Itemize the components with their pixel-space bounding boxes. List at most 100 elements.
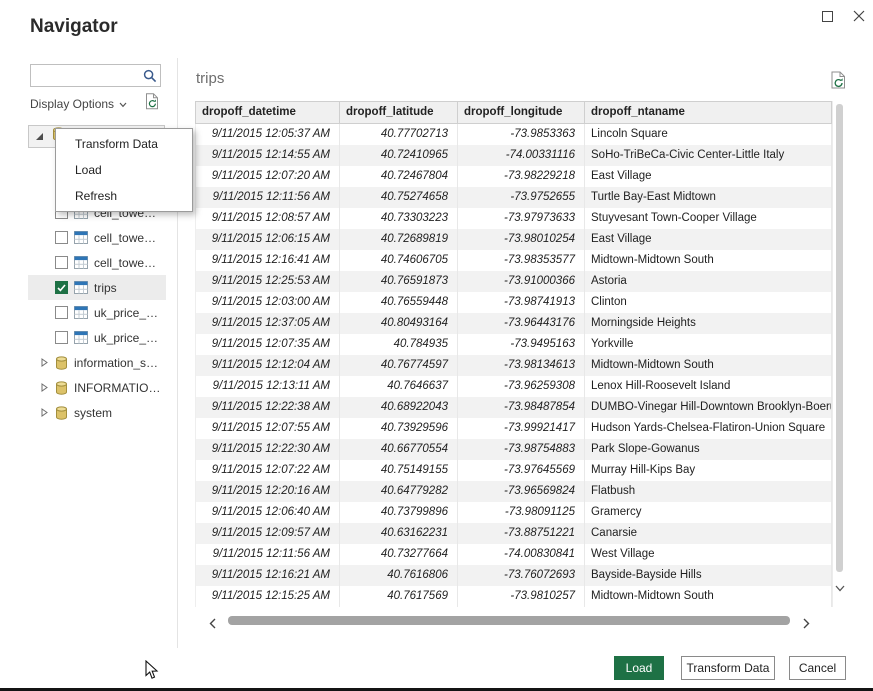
- table-row: 9/11/2015 12:37:05 AM40.80493164-73.9644…: [195, 313, 832, 334]
- table-cell: 40.80493164: [340, 313, 458, 334]
- load-button[interactable]: Load: [614, 656, 664, 680]
- table-cell: -73.98134613: [458, 355, 585, 376]
- table-cell: Flatbush: [585, 481, 832, 502]
- checkbox[interactable]: [55, 306, 68, 319]
- tree-item-uk-price[interactable]: uk_price_…: [28, 325, 166, 350]
- table-row: 9/11/2015 12:07:22 AM40.75149155-73.9764…: [195, 460, 832, 481]
- table-cell: Lenox Hill-Roosevelt Island: [585, 376, 832, 397]
- tree-item-label: uk_price_…: [94, 331, 158, 345]
- table-row: 9/11/2015 12:11:56 AM40.73277664-74.0083…: [195, 544, 832, 565]
- context-menu: Transform DataLoadRefresh: [55, 128, 193, 212]
- table-cell: -73.98754883: [458, 439, 585, 460]
- display-options-dropdown[interactable]: Display Options: [30, 97, 127, 111]
- checkbox[interactable]: [55, 331, 68, 344]
- table-cell: -73.76072693: [458, 565, 585, 586]
- table-row: 9/11/2015 12:22:30 AM40.66770554-73.9875…: [195, 439, 832, 460]
- table-cell: Yorkville: [585, 334, 832, 355]
- table-row: 9/11/2015 12:08:57 AM40.73303223-73.9797…: [195, 208, 832, 229]
- table-cell: -73.98010254: [458, 229, 585, 250]
- table-cell: 40.72467804: [340, 166, 458, 187]
- menu-item-load[interactable]: Load: [56, 157, 192, 183]
- vertical-scrollbar-thumb[interactable]: [836, 104, 843, 572]
- table-row: 9/11/2015 12:16:21 AM40.7616806-73.76072…: [195, 565, 832, 586]
- checkbox[interactable]: [55, 281, 68, 294]
- table-cell: -73.96443176: [458, 313, 585, 334]
- table-cell: Clinton: [585, 292, 832, 313]
- expand-icon[interactable]: [41, 383, 48, 392]
- table-row: 9/11/2015 12:07:20 AM40.72467804-73.9822…: [195, 166, 832, 187]
- table-cell: -73.9495163: [458, 334, 585, 355]
- table-cell: 9/11/2015 12:25:53 AM: [195, 271, 340, 292]
- transform-data-button[interactable]: Transform Data: [681, 656, 775, 680]
- refresh-preview-icon[interactable]: [830, 71, 847, 94]
- table-cell: 40.77702713: [340, 124, 458, 145]
- expand-icon[interactable]: [41, 358, 48, 367]
- tree-item-uk-price[interactable]: uk_price_…: [28, 300, 166, 325]
- table-cell: Murray Hill-Kips Bay: [585, 460, 832, 481]
- checkbox[interactable]: [55, 256, 68, 269]
- horizontal-scrollbar[interactable]: [195, 611, 846, 631]
- table-cell: 40.76774597: [340, 355, 458, 376]
- table-cell: Astoria: [585, 271, 832, 292]
- tree-item-cell-towe[interactable]: cell_towe…: [28, 250, 166, 275]
- search-icon[interactable]: [140, 69, 160, 83]
- tree-item-system[interactable]: system: [28, 400, 166, 425]
- close-icon[interactable]: [853, 9, 865, 27]
- maximize-icon[interactable]: [822, 9, 833, 27]
- table-icon: [74, 256, 88, 269]
- table-cell: 9/11/2015 12:07:35 AM: [195, 334, 340, 355]
- table-cell: 9/11/2015 12:08:57 AM: [195, 208, 340, 229]
- data-preview-table: dropoff_datetimedropoff_latitudedropoff_…: [195, 101, 832, 607]
- table-cell: Midtown-Midtown South: [585, 586, 832, 607]
- table-cell: 9/11/2015 12:11:56 AM: [195, 544, 340, 565]
- table-cell: Turtle Bay-East Midtown: [585, 187, 832, 208]
- vertical-scrollbar[interactable]: [832, 101, 846, 607]
- refresh-icon[interactable]: [145, 93, 160, 115]
- table-cell: Bayside-Bayside Hills: [585, 565, 832, 586]
- table-cell: 9/11/2015 12:13:11 AM: [195, 376, 340, 397]
- tree-item-label: cell_towe…: [94, 256, 156, 270]
- navigation-tree: cell_towe…cell_towe…cell_towe…tripsuk_pr…: [28, 200, 166, 425]
- table-row: 9/11/2015 12:11:56 AM40.75274658-73.9752…: [195, 187, 832, 208]
- table-cell: -73.97973633: [458, 208, 585, 229]
- tree-item-label: uk_price_…: [94, 306, 158, 320]
- table-row: 9/11/2015 12:07:55 AM40.73929596-73.9992…: [195, 418, 832, 439]
- search-box: [30, 64, 161, 87]
- collapse-icon[interactable]: [35, 128, 44, 146]
- table-cell: Hudson Yards-Chelsea-Flatiron-Union Squa…: [585, 418, 832, 439]
- table-cell: 40.784935: [340, 334, 458, 355]
- search-input[interactable]: [31, 69, 140, 83]
- scroll-down-icon[interactable]: [835, 579, 845, 597]
- scroll-right-icon[interactable]: [803, 616, 810, 634]
- expand-icon[interactable]: [41, 408, 48, 417]
- table-cell: Morningside Heights: [585, 313, 832, 334]
- table-cell: 40.72689819: [340, 229, 458, 250]
- table-cell: -73.98353577: [458, 250, 585, 271]
- table-cell: East Village: [585, 229, 832, 250]
- table-header-row: dropoff_datetimedropoff_latitudedropoff_…: [195, 101, 832, 124]
- table-cell: -73.96569824: [458, 481, 585, 502]
- menu-item-refresh[interactable]: Refresh: [56, 183, 192, 209]
- table-cell: 9/11/2015 12:07:22 AM: [195, 460, 340, 481]
- table-cell: 40.63162231: [340, 523, 458, 544]
- horizontal-scrollbar-thumb[interactable]: [228, 616, 790, 625]
- tree-item-informatio[interactable]: INFORMATIO…: [28, 375, 166, 400]
- table-cell: -73.98741913: [458, 292, 585, 313]
- table-cell: Canarsie: [585, 523, 832, 544]
- table-row: 9/11/2015 12:13:11 AM40.7646637-73.96259…: [195, 376, 832, 397]
- table-row: 9/11/2015 12:12:04 AM40.76774597-73.9813…: [195, 355, 832, 376]
- database-icon: [55, 406, 68, 420]
- menu-item-transform-data[interactable]: Transform Data: [56, 131, 192, 157]
- scroll-left-icon[interactable]: [209, 616, 216, 634]
- table-cell: Park Slope-Gowanus: [585, 439, 832, 460]
- tree-item-cell-towe[interactable]: cell_towe…: [28, 225, 166, 250]
- table-cell: -73.98487854: [458, 397, 585, 418]
- checkbox[interactable]: [55, 231, 68, 244]
- tree-item-trips[interactable]: trips: [28, 275, 166, 300]
- table-cell: 9/11/2015 12:15:25 AM: [195, 586, 340, 607]
- table-cell: 9/11/2015 12:16:41 AM: [195, 250, 340, 271]
- tree-item-information-s[interactable]: information_s…: [28, 350, 166, 375]
- cancel-button[interactable]: Cancel: [789, 656, 846, 680]
- table-cell: 9/11/2015 12:37:05 AM: [195, 313, 340, 334]
- table-cell: Midtown-Midtown South: [585, 355, 832, 376]
